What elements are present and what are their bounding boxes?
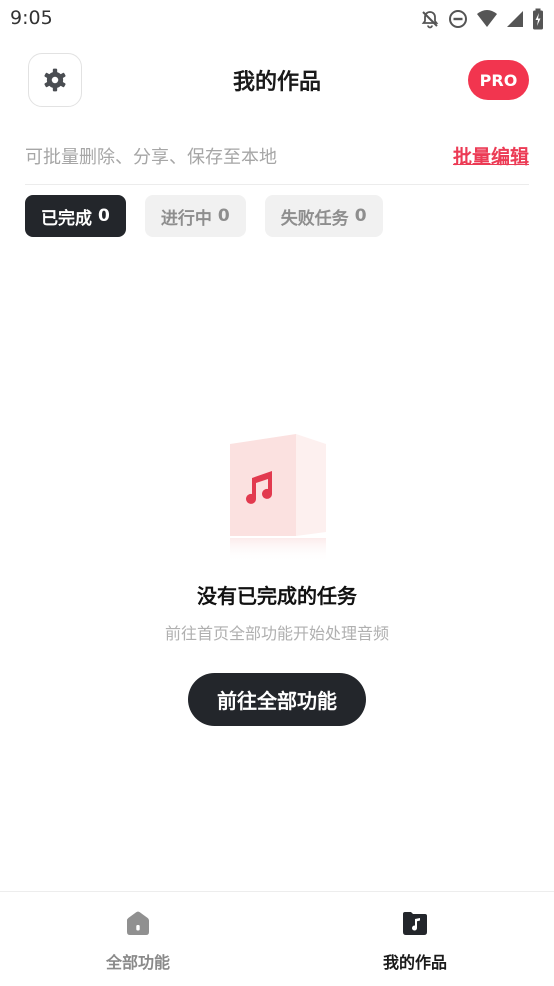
batch-hint-text: 可批量删除、分享、保存至本地: [25, 147, 277, 168]
battery-charging-icon: [533, 8, 543, 30]
do-not-disturb-icon: [449, 10, 467, 28]
nav-item-my-works[interactable]: 我的作品: [325, 892, 505, 986]
tab-failed[interactable]: 失败任务 0: [264, 195, 383, 237]
empty-music-file-icon: [230, 434, 326, 562]
divider: [25, 184, 529, 185]
wifi-icon: [477, 10, 497, 27]
notifications-off-icon: [421, 11, 439, 29]
tab-label: 进行中: [160, 208, 212, 229]
tab-label: 失败任务: [280, 208, 349, 229]
tab-label: 已完成: [41, 208, 92, 229]
nav-label: 全部功能: [105, 953, 170, 972]
tab-in-progress[interactable]: 进行中 0: [144, 195, 246, 237]
signal-icon: [507, 11, 523, 27]
bottom-nav: 全部功能 我的作品: [0, 891, 554, 986]
tab-completed[interactable]: 已完成 0: [25, 195, 126, 237]
nav-label: 我的作品: [382, 953, 447, 972]
tab-count: 0: [98, 206, 110, 226]
home-icon: [127, 911, 149, 935]
status-time: 9:05: [10, 7, 53, 29]
music-folder-icon: [403, 912, 427, 935]
tab-count: 0: [217, 206, 230, 226]
empty-state-title: 没有已完成的任务: [197, 584, 357, 608]
status-tabs: 已完成 0 进行中 0 失败任务 0: [25, 195, 383, 237]
empty-state-subtitle: 前往首页全部功能开始处理音频: [164, 624, 389, 643]
status-bar: 9:05: [0, 0, 554, 38]
status-icons: [420, 8, 544, 30]
go-all-features-button[interactable]: 前往全部功能: [188, 673, 366, 726]
nav-item-all-features[interactable]: 全部功能: [48, 892, 228, 986]
tab-count: 0: [354, 206, 367, 226]
pro-button[interactable]: PRO: [468, 60, 529, 100]
batch-edit-link[interactable]: 批量编辑: [453, 142, 529, 169]
